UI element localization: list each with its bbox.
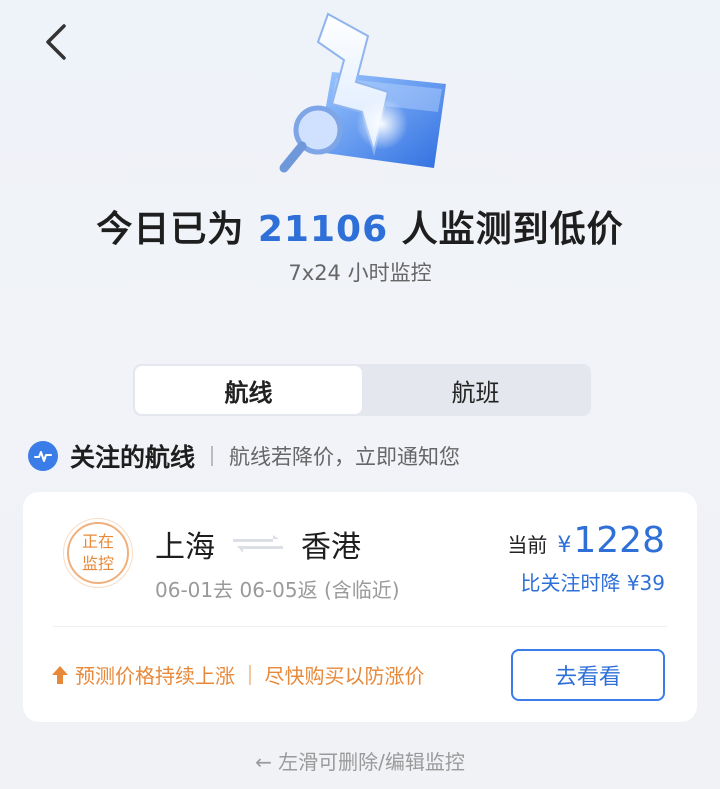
tab-flights[interactable]: 航班	[362, 366, 589, 414]
section-description: 航线若降价，立即通知您	[229, 445, 461, 469]
page-headline: 今日已为 21106 人监测到低价	[0, 200, 720, 252]
section-title: 关注的航线	[70, 443, 196, 472]
round-trip-arrow-icon	[233, 535, 283, 553]
route: 上海 香港	[155, 522, 361, 566]
page-subline: 7x24 小时监控	[288, 261, 432, 285]
lightning-magnifier-illustration	[279, 12, 446, 173]
price-block: 当前 ¥ 1228 比关注时降 ¥39	[507, 520, 665, 596]
chevron-left-icon	[46, 24, 66, 60]
section-divider	[211, 446, 214, 466]
destination-city: 香港	[301, 530, 361, 565]
pulse-icon	[28, 441, 58, 471]
arrow-up-icon	[52, 665, 68, 684]
card-divider	[53, 626, 667, 627]
trend-divider	[249, 664, 251, 685]
price-label: 当前	[507, 533, 548, 557]
back-button[interactable]	[36, 20, 76, 64]
price-drop: 比关注时降 ¥39	[520, 571, 665, 595]
advice-text: 尽快购买以防涨价	[264, 664, 425, 688]
monitoring-badge-text: 正在监控	[81, 532, 114, 573]
section-header: 关注的航线 航线若降价，立即通知您	[28, 436, 460, 476]
trend-text: 预测价格持续上涨	[75, 664, 235, 688]
tab-bar: 航线 航班	[133, 364, 591, 416]
monitoring-badge: 正在监控	[63, 518, 133, 588]
origin-city: 上海	[155, 530, 215, 565]
swipe-hint: ← 左滑可删除/编辑监控	[255, 750, 465, 774]
trip-dates: 06-01去 06-05返 (含临近)	[155, 578, 400, 602]
current-price: 1228	[573, 520, 665, 561]
price-currency: ¥	[557, 533, 572, 558]
price-trend: 预测价格持续上涨 尽快购买以防涨价	[51, 660, 425, 689]
view-button[interactable]: 去看看	[511, 649, 665, 701]
route-card[interactable]: 正在监控 上海 香港 06-01去 06-05返 (含临近) 当前 ¥ 1228…	[23, 492, 697, 722]
monitored-count: 21106	[257, 209, 389, 250]
tab-routes[interactable]: 航线	[135, 366, 362, 414]
headline-prefix: 今日已为	[96, 209, 258, 250]
headline-suffix: 人监测到低价	[388, 209, 624, 250]
